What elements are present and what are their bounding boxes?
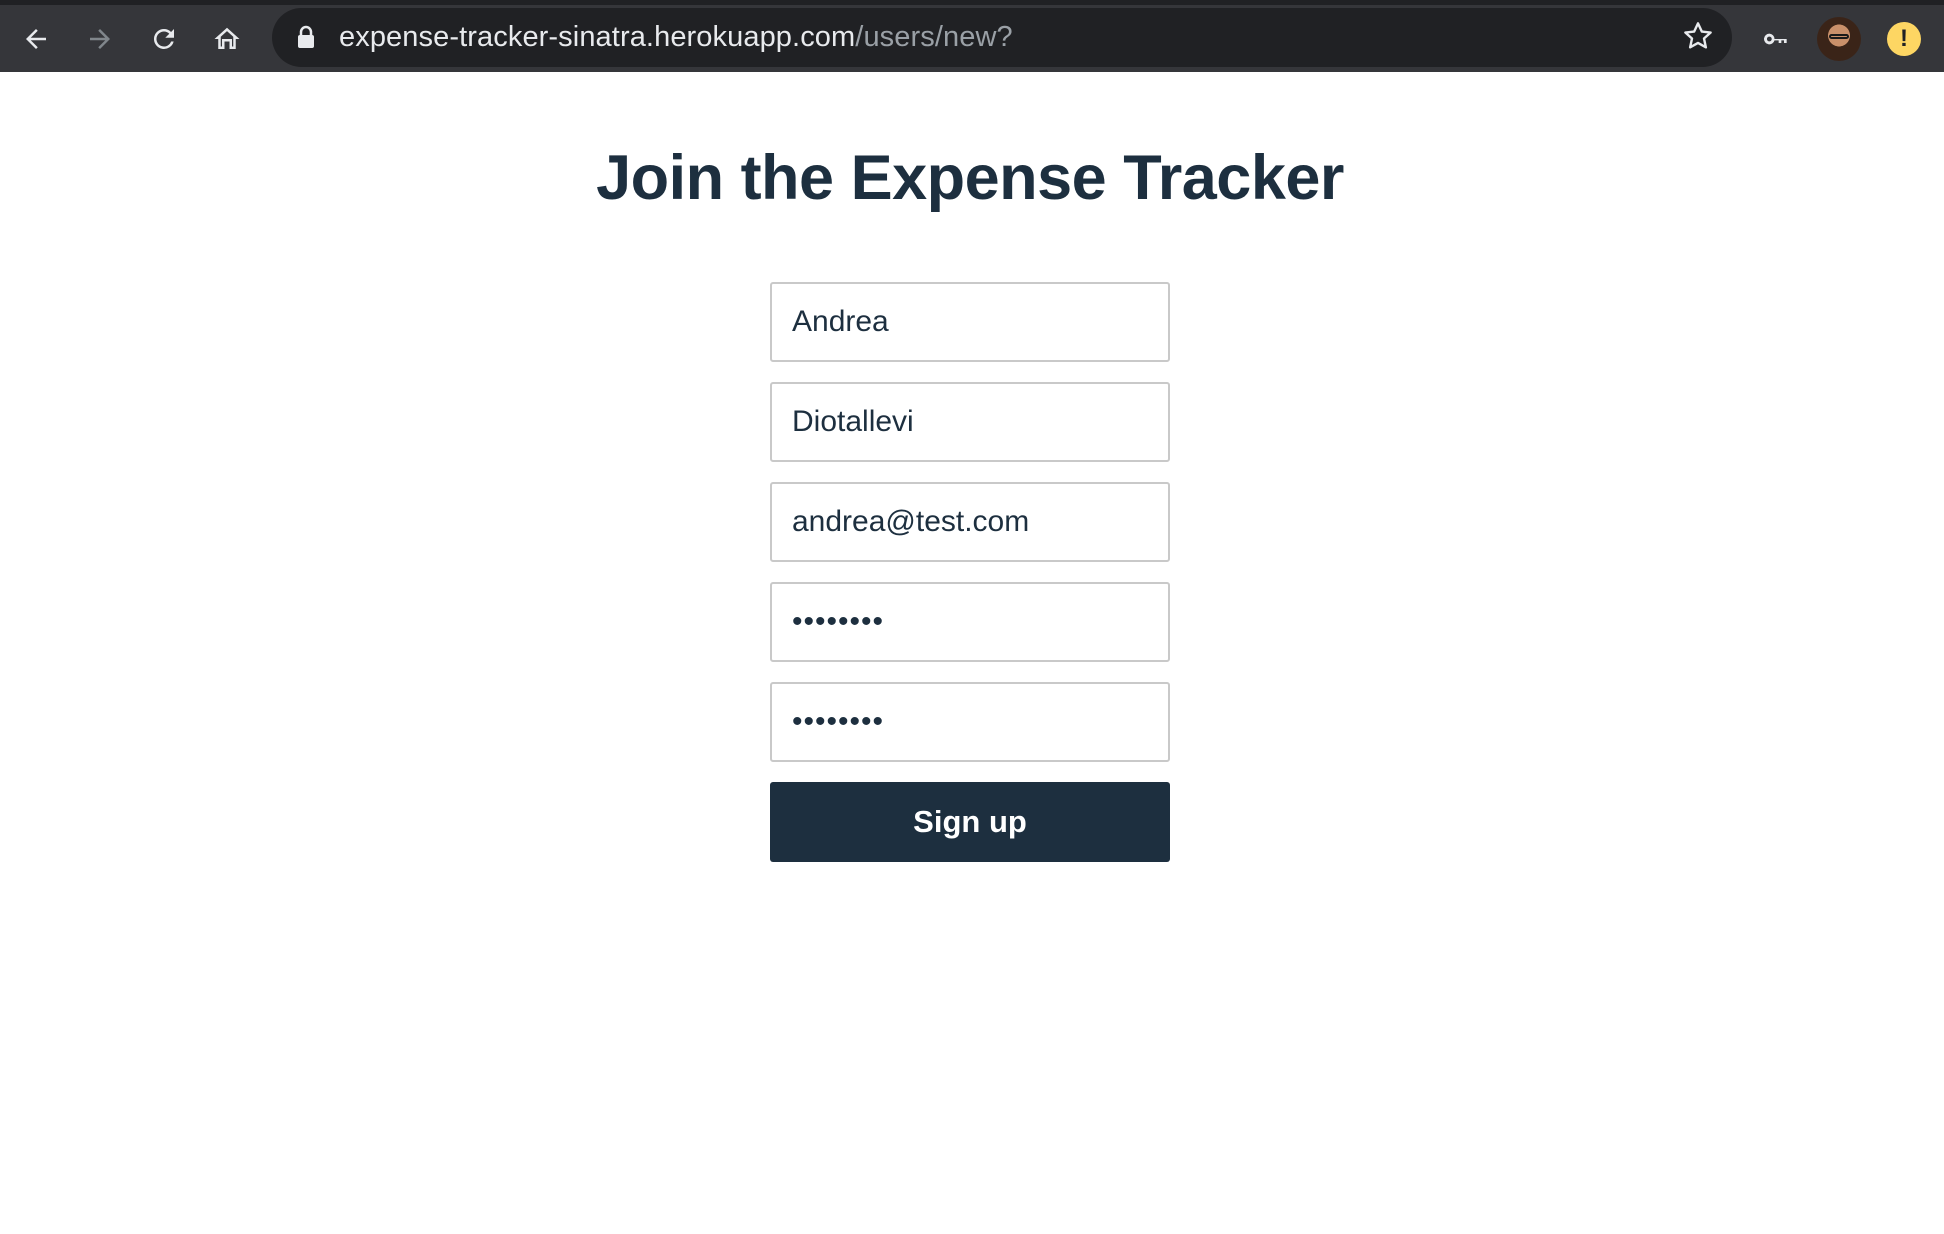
last-name-field[interactable] [770, 382, 1170, 462]
update-warning-button[interactable]: ! [1880, 15, 1928, 63]
profile-button[interactable] [1815, 15, 1863, 63]
arrow-left-icon [26, 29, 46, 49]
forward-button[interactable] [76, 15, 124, 63]
page-content: Join the Expense Tracker Sign up [0, 72, 1944, 1234]
first-name-field[interactable] [770, 282, 1170, 362]
url-host: expense-tracker-sinatra.herokuapp.com [339, 21, 856, 53]
avatar [1817, 17, 1861, 61]
sign-up-button[interactable]: Sign up [770, 782, 1170, 862]
key-icon [1763, 33, 1787, 45]
email-field[interactable] [770, 482, 1170, 562]
page-title: Join the Expense Tracker [596, 143, 1344, 213]
password-key-button[interactable] [1752, 15, 1800, 63]
bookmark-star-icon[interactable] [1682, 20, 1714, 57]
home-icon [214, 27, 240, 49]
reload-button[interactable] [140, 15, 188, 63]
back-button[interactable] [12, 15, 60, 63]
arrow-right-icon [90, 29, 110, 49]
address-bar[interactable]: expense-tracker-sinatra.herokuapp.com/us… [272, 8, 1732, 67]
reload-icon [153, 28, 174, 49]
warning-icon: ! [1887, 22, 1921, 56]
password-field[interactable] [770, 582, 1170, 662]
url-path: /users/new? [855, 21, 1013, 53]
browser-toolbar: expense-tracker-sinatra.herokuapp.com/us… [0, 0, 1944, 72]
home-button[interactable] [203, 15, 251, 63]
password-confirmation-field[interactable] [770, 682, 1170, 762]
lock-icon [296, 25, 316, 54]
url-text: expense-tracker-sinatra.herokuapp.com/us… [339, 8, 1013, 67]
